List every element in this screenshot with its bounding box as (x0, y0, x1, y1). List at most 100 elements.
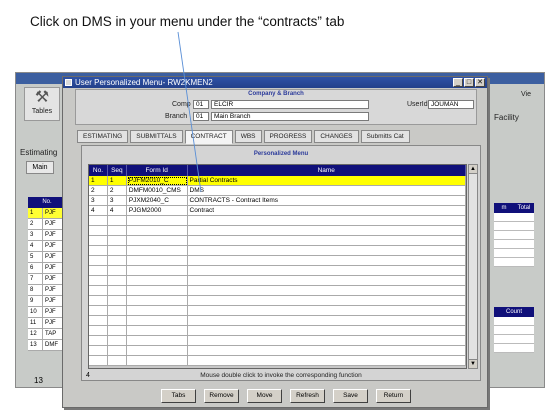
cell-no[interactable]: 3 (89, 196, 108, 206)
cell-name[interactable] (187, 226, 466, 236)
cell-form-id[interactable] (126, 246, 188, 256)
cell-no[interactable] (89, 236, 108, 246)
cell-no[interactable]: 2 (89, 186, 108, 196)
menu-row[interactable]: 3 3 PJXM2040_C CONTRACTS - Contract Items (89, 196, 466, 206)
menu-row-empty[interactable] (89, 356, 466, 366)
cell-seq[interactable] (107, 356, 127, 366)
cell-form-id[interactable] (126, 256, 188, 266)
cell-name[interactable] (187, 356, 466, 366)
cell-name[interactable]: CONTRACTS - Contract Items (187, 196, 466, 206)
tab-contract[interactable]: CONTRACT (184, 130, 233, 144)
menu-row-empty[interactable] (89, 296, 466, 306)
menu-row-empty[interactable] (89, 316, 466, 326)
cell-no[interactable] (89, 216, 108, 226)
cell-no[interactable] (89, 256, 108, 266)
cell-no[interactable] (89, 276, 108, 286)
background-grid-row[interactable]: 4 PJF (28, 241, 66, 252)
tab-changes[interactable]: CHANGES (314, 130, 359, 143)
cell-name[interactable] (187, 346, 466, 356)
cell-no[interactable] (89, 286, 108, 296)
menu-row[interactable]: 2 2 DMFM0010_CMS DMS (89, 186, 466, 196)
menu-row-empty[interactable] (89, 256, 466, 266)
menu-row-empty[interactable] (89, 246, 466, 256)
tab-estimating[interactable]: ESTIMATING (77, 130, 129, 143)
main-tab[interactable]: Main (26, 161, 54, 174)
cell-seq[interactable] (107, 276, 127, 286)
background-grid-row[interactable]: 5 PJF (28, 252, 66, 263)
background-grid-row[interactable]: 6 PJF (28, 263, 66, 274)
cell-name[interactable] (187, 306, 466, 316)
cell-form-id[interactable] (126, 296, 188, 306)
cell-form-id[interactable] (126, 286, 188, 296)
tab-progress[interactable]: PROGRESS (263, 130, 313, 143)
menu-row[interactable]: 1 1 PJFM2010_C Partial Contracts (89, 176, 466, 186)
userid-field[interactable]: JOUMAN (428, 100, 474, 109)
cell-seq[interactable] (107, 266, 127, 276)
cell-form-id[interactable]: PJFM2010_C (126, 176, 188, 186)
cell-no[interactable] (89, 246, 108, 256)
close-icon[interactable]: ✕ (475, 78, 485, 87)
cell-name[interactable] (187, 296, 466, 306)
cell-no[interactable] (89, 316, 108, 326)
cell-form-id[interactable] (126, 346, 188, 356)
branch-name-field[interactable]: Main Branch (211, 112, 369, 121)
cell-name[interactable] (187, 216, 466, 226)
background-grid-row[interactable]: 2 PJF (28, 219, 66, 230)
cell-no[interactable] (89, 326, 108, 336)
cell-name[interactable]: Contract (187, 206, 466, 216)
background-grid-row[interactable]: 10 PJF (28, 307, 66, 318)
cell-name[interactable] (187, 246, 466, 256)
menu-row-empty[interactable] (89, 326, 466, 336)
background-grid-row[interactable]: 1 PJF (28, 208, 66, 219)
minimize-icon[interactable]: _ (453, 78, 463, 87)
cell-form-id[interactable] (126, 266, 188, 276)
cell-seq[interactable]: 2 (107, 186, 127, 196)
tab-wbs[interactable]: WBS (234, 130, 262, 143)
cell-form-id[interactable] (126, 326, 188, 336)
cell-seq[interactable] (107, 246, 127, 256)
tab-submittals[interactable]: SUBMITTALS (130, 130, 183, 143)
cell-seq[interactable] (107, 216, 127, 226)
tab-submitts-cat[interactable]: Submitts Cat (360, 130, 410, 143)
cell-name[interactable] (187, 326, 466, 336)
cell-name[interactable] (187, 286, 466, 296)
cell-seq[interactable] (107, 286, 127, 296)
move-button[interactable]: Move (247, 389, 282, 403)
cell-seq[interactable] (107, 316, 127, 326)
background-grid-row[interactable]: 13 DMF (28, 340, 66, 351)
background-grid-row[interactable]: 3 PJF (28, 230, 66, 241)
cell-form-id[interactable] (126, 356, 188, 366)
dialog-title-bar[interactable]: User Personalized Menu- RW2KMEN2 _ □ ✕ (63, 77, 487, 88)
cell-seq[interactable] (107, 326, 127, 336)
cell-no[interactable]: 1 (89, 176, 108, 186)
cell-no[interactable] (89, 356, 108, 366)
menu-row-empty[interactable] (89, 226, 466, 236)
grid-scrollbar[interactable]: ▲ ▼ (468, 164, 478, 369)
menu-row-empty[interactable] (89, 236, 466, 246)
scroll-up-icon[interactable]: ▲ (469, 165, 477, 174)
return-button[interactable]: Return (376, 389, 411, 403)
save-button[interactable]: Save (333, 389, 368, 403)
cell-no[interactable] (89, 266, 108, 276)
cell-form-id[interactable] (126, 276, 188, 286)
cell-form-id[interactable] (126, 236, 188, 246)
background-grid-row[interactable]: 8 PJF (28, 285, 66, 296)
cell-name[interactable] (187, 236, 466, 246)
cell-no[interactable]: 4 (89, 206, 108, 216)
menu-row-empty[interactable] (89, 306, 466, 316)
cell-no[interactable] (89, 226, 108, 236)
cell-form-id[interactable] (126, 336, 188, 346)
menu-row-empty[interactable] (89, 276, 466, 286)
cell-name[interactable] (187, 316, 466, 326)
tables-button[interactable]: ⚒ Tables (24, 87, 60, 121)
cell-seq[interactable] (107, 226, 127, 236)
menu-row-empty[interactable] (89, 266, 466, 276)
cell-form-id[interactable] (126, 216, 188, 226)
cell-seq[interactable]: 1 (107, 176, 127, 186)
menu-row-empty[interactable] (89, 216, 466, 226)
menu-row[interactable]: 4 4 PJGM2000 Contract (89, 206, 466, 216)
menu-row-empty[interactable] (89, 346, 466, 356)
cell-seq[interactable] (107, 346, 127, 356)
cell-name[interactable] (187, 336, 466, 346)
cell-seq[interactable]: 4 (107, 206, 127, 216)
